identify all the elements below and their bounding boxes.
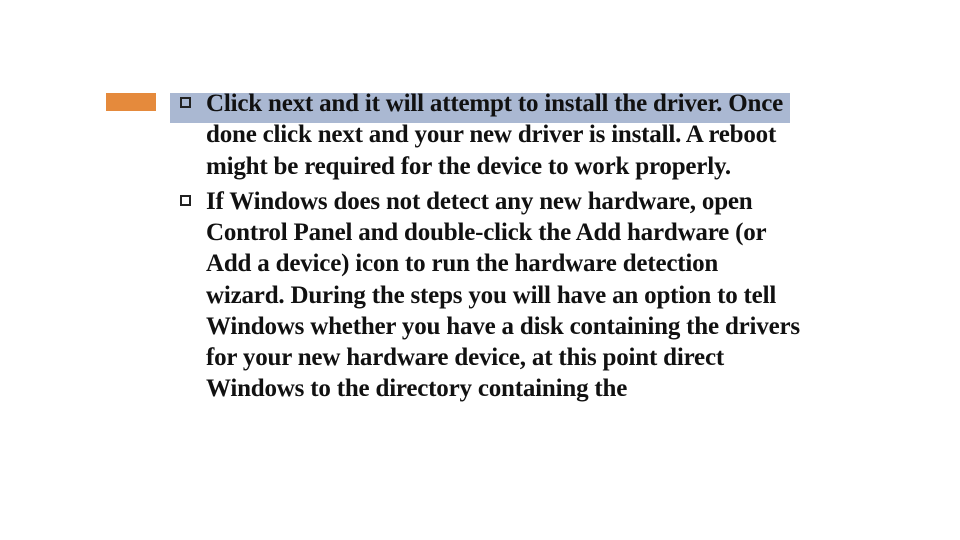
- slide-content: Click next and it will attempt to instal…: [180, 88, 800, 409]
- bullet-text: If Windows does not detect any new hardw…: [206, 188, 800, 403]
- list-item: If Windows does not detect any new hardw…: [180, 186, 800, 405]
- bullet-text: Click next and it will attempt to instal…: [206, 90, 783, 180]
- bullet-list: Click next and it will attempt to instal…: [180, 88, 800, 405]
- list-item: Click next and it will attempt to instal…: [180, 88, 800, 182]
- slide: Click next and it will attempt to instal…: [0, 0, 960, 540]
- accent-block: [106, 93, 156, 111]
